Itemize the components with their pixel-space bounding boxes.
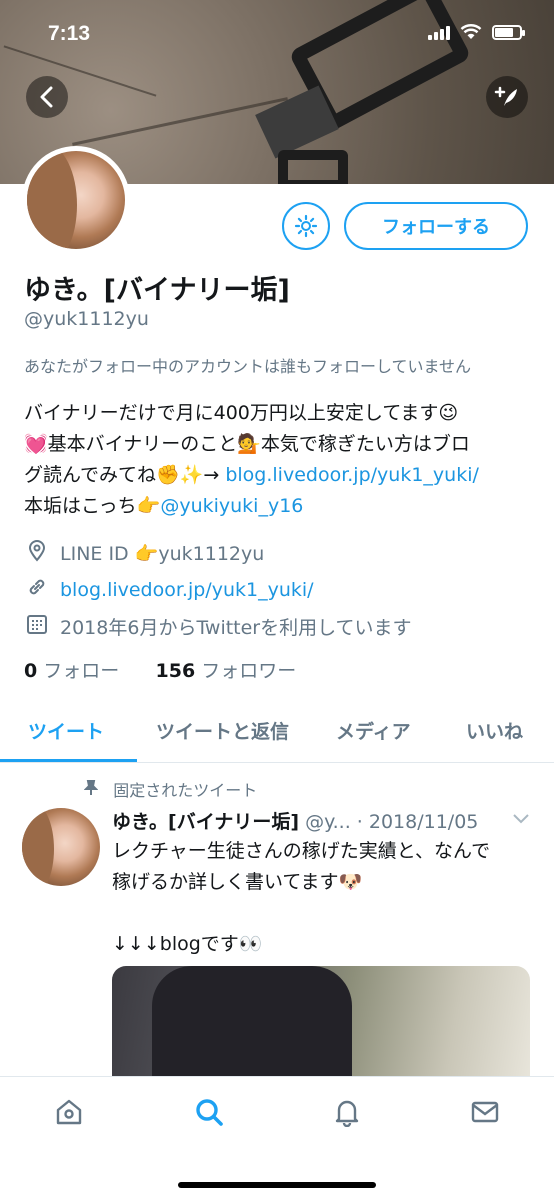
profile-name: ゆき。[バイナリー垢] xyxy=(24,275,290,306)
bio-line: 💓基本バイナリーのこと💁本気で稼ぎたい方はブロ xyxy=(24,433,470,455)
joined-text: 2018年6月からTwitterを利用しています xyxy=(60,617,412,639)
link-icon xyxy=(24,576,50,603)
following-count-link[interactable]: 0 フォロー xyxy=(24,660,119,682)
profile-handle: @yuk1112yu xyxy=(24,308,149,330)
chevron-down-icon xyxy=(513,814,529,824)
followers-label: フォロワー xyxy=(201,660,297,682)
search-icon xyxy=(196,1099,223,1126)
banner-texture xyxy=(72,97,288,146)
pinned-tweet-label: 固定されたツイート xyxy=(83,777,258,801)
followers-count-link[interactable]: 156 フォロワー xyxy=(156,660,297,682)
pinned-label-text: 固定されたツイート xyxy=(113,781,258,800)
tab-media[interactable]: メディア xyxy=(336,717,411,744)
profile-avatar[interactable] xyxy=(22,146,130,254)
tweet-text-line: レクチャー生徒さんの稼げた実績と、なんで xyxy=(112,840,491,862)
tweet-date: · 2018/11/05 xyxy=(356,811,479,833)
bio-text: グ読んでみてね✊✨→ xyxy=(24,464,226,486)
messages-icon xyxy=(471,1101,499,1123)
tweet-text: レクチャー生徒さんの稼げた実績と、なんで 稼げるか詳しく書いてます🐶 ↓↓↓bl… xyxy=(112,836,532,960)
follow-button[interactable]: フォローする xyxy=(344,202,528,250)
back-button[interactable] xyxy=(26,76,68,118)
gear-icon xyxy=(294,214,318,238)
tweet-text-line: ↓↓↓blogです👀 xyxy=(112,933,263,955)
status-bar: 7:13 xyxy=(0,0,554,70)
nav-notifications[interactable] xyxy=(332,1097,362,1134)
battery-icon xyxy=(492,25,525,40)
profile-settings-button[interactable] xyxy=(282,202,330,250)
location-pin-icon xyxy=(24,540,50,567)
following-label: フォロー xyxy=(43,660,120,682)
compose-tweet-button[interactable] xyxy=(486,76,528,118)
nav-messages[interactable] xyxy=(470,1097,500,1134)
chevron-left-icon xyxy=(40,86,53,108)
tab-tweets[interactable]: ツイート xyxy=(28,717,104,744)
active-tab-indicator xyxy=(0,759,137,762)
tab-tweets-and-replies[interactable]: ツイートと返信 xyxy=(156,717,289,744)
tab-likes[interactable]: いいね xyxy=(466,717,523,744)
followers-count: 156 xyxy=(155,660,196,682)
tweet-author-handle: @y... xyxy=(305,811,351,833)
profile-website[interactable]: blog.livedoor.jp/yuk1_yuki/ xyxy=(24,576,314,603)
follow-counts: 0 フォロー 156 フォロワー xyxy=(24,656,296,683)
tweet-header: ゆき。[バイナリー垢] @y... · 2018/11/05 xyxy=(112,807,532,834)
status-time: 7:13 xyxy=(48,22,91,45)
nav-search[interactable] xyxy=(194,1097,224,1134)
calendar-icon xyxy=(24,613,50,640)
profile-bio: バイナリーだけで月に400万円以上安定してます😉 💓基本バイナリーのこと💁本気で… xyxy=(24,398,534,522)
pin-icon xyxy=(83,780,103,800)
following-count: 0 xyxy=(24,660,38,682)
profile-joined: 2018年6月からTwitterを利用しています xyxy=(24,613,412,640)
nav-home[interactable] xyxy=(54,1097,84,1134)
bio-line: バイナリーだけで月に400万円以上安定してます😉 xyxy=(24,402,459,424)
bio-line: グ読んでみてね✊✨→ blog.livedoor.jp/yuk1_yuki/ xyxy=(24,460,534,491)
tweet-text-line: 稼げるか詳しく書いてます🐶 xyxy=(112,871,363,893)
banner-object xyxy=(278,150,348,184)
tweet-menu-button[interactable] xyxy=(512,810,530,829)
home-icon xyxy=(56,1099,82,1125)
signal-icon xyxy=(428,24,450,40)
tweet-author-avatar[interactable] xyxy=(22,808,100,886)
wifi-icon xyxy=(460,24,482,39)
compose-tweet-icon xyxy=(494,86,517,106)
website-link[interactable]: blog.livedoor.jp/yuk1_yuki/ xyxy=(60,579,314,601)
bio-line: 本垢はこっち👉@yukiyuki_y16 xyxy=(24,491,534,522)
bio-blog-link[interactable]: blog.livedoor.jp/yuk1_yuki/ xyxy=(225,464,479,486)
profile-tabs: ツイート ツイートと返信 メディア いいね xyxy=(0,707,554,763)
notifications-icon xyxy=(335,1100,359,1128)
status-icons xyxy=(428,24,525,40)
bio-text: 本垢はこっち👉 xyxy=(24,495,161,517)
follow-context-note: あなたがフォロー中のアカウントは誰もフォローしていません xyxy=(24,357,472,376)
bio-mention-link[interactable]: @yukiyuki_y16 xyxy=(160,495,303,517)
tweet-author-name[interactable]: ゆき。[バイナリー垢] xyxy=(112,811,299,833)
home-indicator xyxy=(178,1182,376,1188)
profile-location: LINE ID 👉yuk1112yu xyxy=(24,540,264,567)
location-text: LINE ID 👉yuk1112yu xyxy=(60,543,265,565)
